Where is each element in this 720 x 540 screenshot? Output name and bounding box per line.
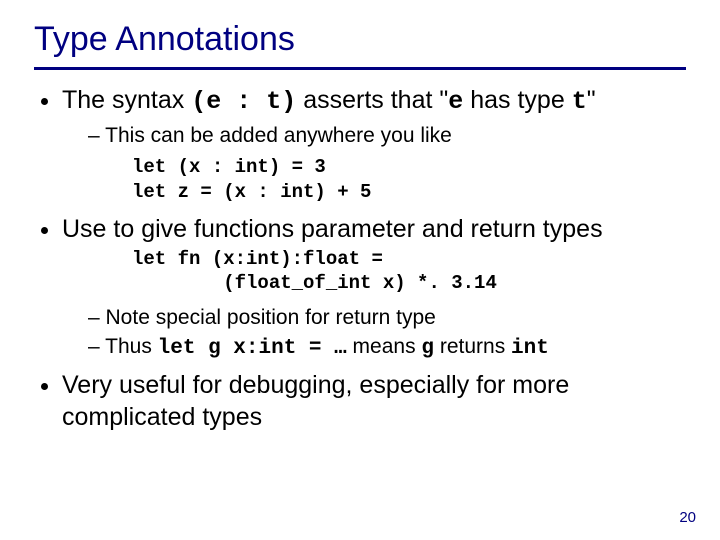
slide-title: Type Annotations [34,20,686,59]
bullet-1-code-b: e [448,87,463,116]
bullet-3: Very useful for debugging, especially fo… [62,369,686,433]
code-block-1: let (x : int) = 3 let z = (x : int) + 5 [132,155,686,204]
code-block-2: let fn (x:int):float = (float_of_int x) … [132,247,686,296]
bullet-1-sub-1: This can be added anywhere you like [88,122,686,149]
bullet-list: The syntax (e : t) asserts that "e has t… [34,84,686,433]
bullet-1-sublist: This can be added anywhere you like [62,122,686,149]
bullet-2-sub-2: Thus let g x:int = … means g returns int [88,333,686,362]
bullet-1-text-c: has type [463,86,571,114]
bullet-2-sub-2-code-b: g [421,337,434,360]
bullet-2-sublist: Note special position for return type Th… [62,304,686,363]
page-number: 20 [679,509,696,526]
bullet-1-code-c: t [572,87,587,116]
bullet-2-sub-2-code-a: let g x:int = … [158,337,347,360]
bullet-1-text-d: " [587,86,596,114]
bullet-1-code-a: (e : t) [191,87,296,116]
bullet-1: The syntax (e : t) asserts that "e has t… [62,84,686,205]
bullet-2-sub-2-a: Thus [105,335,158,358]
bullet-2-text: Use to give functions parameter and retu… [62,215,603,243]
title-rule [34,67,686,70]
bullet-2-sub-2-code-c: int [511,337,549,360]
bullet-1-text-b: asserts that " [296,86,448,114]
bullet-2-sub-1: Note special position for return type [88,304,686,331]
bullet-2: Use to give functions parameter and retu… [62,213,686,363]
bullet-2-sub-2-b: means [347,335,422,358]
slide: Type Annotations The syntax (e : t) asse… [0,0,720,540]
bullet-2-sub-2-c: returns [434,335,511,358]
bullet-1-text-a: The syntax [62,86,191,114]
